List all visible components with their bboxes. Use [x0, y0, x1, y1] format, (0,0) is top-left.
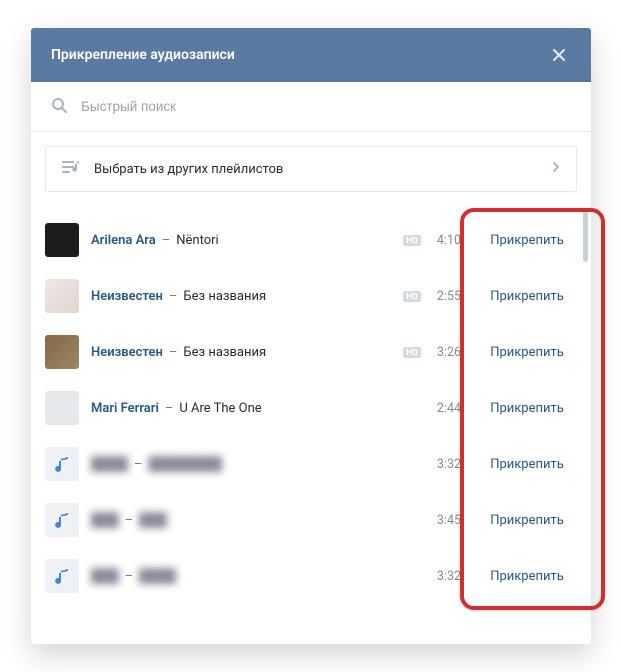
search-input[interactable] [81, 99, 571, 114]
track-title: Без названия [183, 345, 266, 360]
track-title: Nëntori [176, 233, 218, 248]
playlist-picker-label: Выбрать из других плейлистов [94, 162, 552, 177]
track-duration: 3:32 [429, 457, 461, 472]
chevron-right-icon [552, 161, 560, 177]
track-info: ███–████ [91, 568, 429, 584]
track-row[interactable]: Неизвестен–Без названияHQ3:26Прикрепить [45, 324, 577, 380]
track-artist: ████ [91, 456, 128, 472]
track-duration: 3:45 [429, 513, 461, 528]
attach-button[interactable]: Прикрепить [477, 289, 577, 304]
track-row[interactable]: ███–████3:32Прикрепить [45, 548, 577, 604]
track-info: ████–████████ [91, 456, 429, 472]
track-row[interactable]: Arilena Ara–NëntoriHQ4:10Прикрепить [45, 212, 577, 268]
track-row[interactable]: ███–███3:45Прикрепить [45, 492, 577, 548]
attach-button[interactable]: Прикрепить [477, 233, 577, 248]
dash: – [169, 345, 178, 360]
hq-badge: HQ [403, 347, 421, 358]
track-duration: 2:55 [429, 289, 461, 304]
dash: – [134, 457, 143, 472]
attach-button[interactable]: Прикрепить [477, 569, 577, 584]
track-art [45, 335, 79, 369]
modal-title: Прикрепление аудиозаписи [51, 47, 235, 63]
track-artist: ███ [91, 568, 119, 584]
close-icon[interactable] [547, 43, 571, 67]
dash: – [169, 289, 178, 304]
track-row[interactable]: ████–████████3:32Прикрепить [45, 436, 577, 492]
attach-audio-modal: Прикрепление аудиозаписи Выбрать из друг… [31, 28, 591, 644]
track-artist: Arilena Ara [91, 233, 156, 248]
search-row [31, 82, 591, 132]
choose-other-playlists[interactable]: Выбрать из других плейлистов [45, 146, 577, 192]
track-row[interactable]: Неизвестен–Без названияHQ2:55Прикрепить [45, 268, 577, 324]
track-duration: 3:26 [429, 345, 461, 360]
hq-badge: HQ [403, 235, 421, 246]
track-info: ███–███ [91, 512, 429, 528]
dash: – [165, 401, 174, 416]
attach-button[interactable]: Прикрепить [477, 513, 577, 528]
track-info: Неизвестен–Без названия [91, 345, 403, 360]
track-title: ███ [139, 512, 167, 528]
tracks-list: Arilena Ara–NëntoriHQ4:10ПрикрепитьНеизв… [31, 204, 591, 604]
tracks-scroll-area[interactable]: Arilena Ara–NëntoriHQ4:10ПрикрепитьНеизв… [31, 204, 591, 644]
track-title: ████ [139, 568, 176, 584]
scrollbar-thumb[interactable] [583, 210, 588, 262]
track-title: U Are The One [179, 401, 261, 416]
modal-header: Прикрепление аудиозаписи [31, 28, 591, 82]
track-artist: Неизвестен [91, 345, 163, 360]
attach-button[interactable]: Прикрепить [477, 401, 577, 416]
hq-badge: HQ [403, 291, 421, 302]
track-art [45, 279, 79, 313]
dash: – [162, 233, 171, 248]
track-duration: 4:10 [429, 233, 461, 248]
dash: – [125, 513, 134, 528]
track-art [45, 447, 79, 481]
track-title: Без названия [183, 289, 266, 304]
track-duration: 3:32 [429, 569, 461, 584]
track-title: ████████ [148, 456, 222, 472]
track-row[interactable]: Mari Ferrari–U Are The One2:44Прикрепить [45, 380, 577, 436]
track-art [45, 391, 79, 425]
track-info: Mari Ferrari–U Are The One [91, 401, 429, 416]
attach-button[interactable]: Прикрепить [477, 345, 577, 360]
track-art [45, 503, 79, 537]
track-art [45, 559, 79, 593]
track-artist: Неизвестен [91, 289, 163, 304]
track-duration: 2:44 [429, 401, 461, 416]
search-icon [51, 97, 67, 117]
track-artist: Mari Ferrari [91, 401, 159, 416]
track-info: Неизвестен–Без названия [91, 289, 403, 304]
attach-button[interactable]: Прикрепить [477, 457, 577, 472]
playlist-icon [62, 159, 80, 179]
dash: – [125, 569, 134, 584]
track-artist: ███ [91, 512, 119, 528]
track-info: Arilena Ara–Nëntori [91, 233, 403, 248]
track-art [45, 223, 79, 257]
